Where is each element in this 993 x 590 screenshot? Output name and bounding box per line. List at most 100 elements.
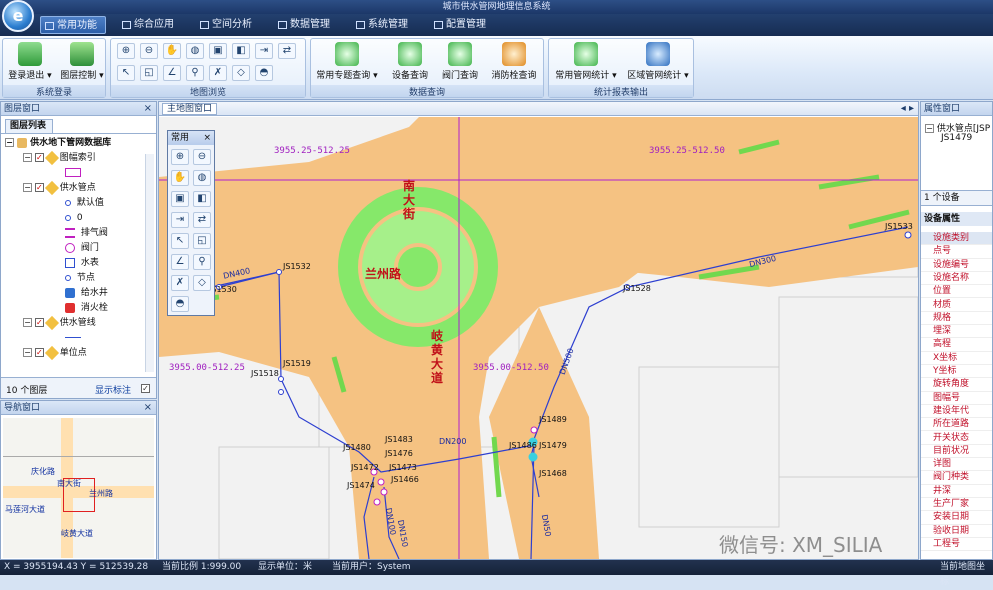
tab-layer-list[interactable]: 图层列表 xyxy=(5,119,53,133)
tree-root[interactable]: − 供水地下管网数据库 xyxy=(5,136,111,150)
login-icon xyxy=(18,42,42,66)
box-select-icon[interactable]: ◱ xyxy=(140,65,158,81)
collapse-icon[interactable]: − xyxy=(5,138,14,147)
full-extent-icon[interactable]: ▣ xyxy=(171,191,189,207)
prop-row[interactable]: 安装日期 xyxy=(921,511,992,525)
prop-row[interactable]: 验收日期 xyxy=(921,525,992,538)
map-tab[interactable]: 主地图窗口 xyxy=(162,103,218,115)
query-icon[interactable]: ⚲ xyxy=(186,65,204,81)
nav-arrows-icon[interactable]: ◂ ▸ xyxy=(901,102,914,116)
zoom-out-icon[interactable]: ⊖ xyxy=(140,43,158,59)
prop-row[interactable]: 材质 xyxy=(921,299,992,312)
prop-row[interactable]: X坐标 xyxy=(921,352,992,365)
pan-icon[interactable]: ✋ xyxy=(171,170,189,186)
tree-item-lines[interactable]: − ✓ 供水管线 xyxy=(23,315,96,330)
prop-row[interactable]: 生产厂家 xyxy=(921,498,992,512)
checkbox[interactable]: ✓ xyxy=(34,318,44,327)
menu-spatial[interactable]: 空间分析 xyxy=(196,16,266,34)
menu-data[interactable]: 数据管理 xyxy=(274,16,344,34)
prop-row[interactable]: 设施名称 xyxy=(921,272,992,286)
prev-extent-icon[interactable]: ◧ xyxy=(232,43,250,59)
show-label-link[interactable]: 显示标注 xyxy=(95,383,131,396)
full-extent-icon[interactable]: ▣ xyxy=(209,43,227,59)
common-stats-button[interactable]: 常用管网统计 ▾ xyxy=(551,41,621,85)
refresh-icon[interactable]: ⇄ xyxy=(278,43,296,59)
prop-row[interactable]: Y坐标 xyxy=(921,365,992,379)
collapse-icon[interactable]: − xyxy=(23,183,32,192)
window-title: 城市供水管网地理信息系统 xyxy=(0,0,993,14)
prop-row[interactable]: 图幅号 xyxy=(921,392,992,405)
map-canvas[interactable]: 3955.25-512.25 3955.25-512.50 3955.00-51… xyxy=(159,117,918,559)
checkbox[interactable]: ✓ xyxy=(34,348,44,357)
layer-control-button[interactable]: 图层控制 ▾ xyxy=(55,41,109,85)
prop-row[interactable]: 井深 xyxy=(921,485,992,498)
dot-icon xyxy=(65,214,71,221)
tree-item-units[interactable]: − ✓ 单位点 xyxy=(23,345,87,360)
select-icon[interactable]: ↖ xyxy=(171,233,189,249)
prop-row[interactable]: 详图 xyxy=(921,458,992,472)
next-extent-icon[interactable]: ⇥ xyxy=(171,212,189,228)
valve-query-button[interactable]: 阀门查询 xyxy=(433,41,487,85)
zoom-out-icon[interactable]: ⊖ xyxy=(193,149,211,165)
prop-row[interactable]: 工程号 xyxy=(921,538,992,552)
globe-icon[interactable]: ◍ xyxy=(186,43,204,59)
menu-system[interactable]: 系统管理 xyxy=(352,16,422,34)
query-icon[interactable]: ⚲ xyxy=(193,254,211,270)
prop-row[interactable]: 高程 xyxy=(921,338,992,352)
sym-air-valve: 排气阀 xyxy=(65,226,108,240)
tree-item-index[interactable]: − ✓ 图幅索引 xyxy=(23,150,96,165)
prop-row[interactable]: 埋深 xyxy=(921,325,992,339)
prop-row[interactable]: 所在道路 xyxy=(921,418,992,432)
prop-row[interactable]: 设施类别 xyxy=(921,232,992,246)
measure-icon[interactable]: ∠ xyxy=(163,65,181,81)
gauge-icon[interactable]: ◓ xyxy=(171,296,189,312)
nav-minimap[interactable]: 庆化路 南大街 兰州路 马莲河大道 岐黄大道 xyxy=(3,418,154,558)
menu-common[interactable]: 常用功能 xyxy=(40,16,106,34)
refresh-icon[interactable]: ⇄ xyxy=(193,212,211,228)
device-query-button[interactable]: 设备查询 xyxy=(383,41,437,85)
prop-row[interactable]: 规格 xyxy=(921,312,992,326)
select-icon[interactable]: ↖ xyxy=(117,65,135,81)
collapse-icon[interactable]: − xyxy=(23,318,32,327)
box-select-icon[interactable]: ◱ xyxy=(193,233,211,249)
clear-select-icon[interactable]: ✗ xyxy=(171,275,189,291)
checkbox[interactable]: ✓ xyxy=(34,183,44,192)
login-button[interactable]: 登录退出 ▾ xyxy=(3,41,57,85)
prop-row[interactable]: 旋转角度 xyxy=(921,378,992,392)
prop-row[interactable]: 建设年代 xyxy=(921,405,992,419)
prop-row[interactable]: 目前状况 xyxy=(921,445,992,459)
layer-scrollbar[interactable] xyxy=(145,154,154,372)
eraser-icon[interactable]: ◇ xyxy=(193,275,211,291)
attr-tree-child[interactable]: JS1479 xyxy=(941,133,972,143)
checkbox[interactable]: ✓ xyxy=(34,153,44,162)
hydrant-query-button[interactable]: 消防栓查询 xyxy=(487,41,541,85)
prop-row[interactable]: 点号 xyxy=(921,245,992,259)
prop-row[interactable]: 开关状态 xyxy=(921,432,992,445)
gauge-icon[interactable]: ◓ xyxy=(255,65,273,81)
show-label-checkbox[interactable]: ✓ xyxy=(141,384,150,393)
close-icon[interactable]: × xyxy=(144,102,152,116)
thematic-query-button[interactable]: 常用专题查询 ▾ xyxy=(313,41,381,85)
region-stats-button[interactable]: 区域管网统计 ▾ xyxy=(623,41,693,85)
zoom-in-icon[interactable]: ⊕ xyxy=(171,149,189,165)
menu-config[interactable]: 配置管理 xyxy=(430,16,500,34)
app-logo-icon[interactable]: e xyxy=(2,0,34,32)
collapse-icon[interactable]: − xyxy=(23,348,32,357)
prev-extent-icon[interactable]: ◧ xyxy=(193,191,211,207)
measure-icon[interactable]: ∠ xyxy=(171,254,189,270)
prop-row[interactable]: 位置 xyxy=(921,285,992,299)
prop-row[interactable]: 设施编号 xyxy=(921,259,992,272)
tree-item-points[interactable]: − ✓ 供水管点 xyxy=(23,180,96,195)
close-icon[interactable]: × xyxy=(203,131,211,145)
prop-row[interactable]: 阀门种类 xyxy=(921,471,992,485)
globe-icon[interactable]: ◍ xyxy=(193,170,211,186)
collapse-icon[interactable]: − xyxy=(23,153,32,162)
next-extent-icon[interactable]: ⇥ xyxy=(255,43,273,59)
zoom-in-icon[interactable]: ⊕ xyxy=(117,43,135,59)
close-icon[interactable]: × xyxy=(144,401,152,415)
eraser-icon[interactable]: ◇ xyxy=(232,65,250,81)
clear-select-icon[interactable]: ✗ xyxy=(209,65,227,81)
menu-integrated[interactable]: 综合应用 xyxy=(118,16,188,34)
pan-icon[interactable]: ✋ xyxy=(163,43,181,59)
collapse-icon[interactable]: − xyxy=(925,124,934,133)
